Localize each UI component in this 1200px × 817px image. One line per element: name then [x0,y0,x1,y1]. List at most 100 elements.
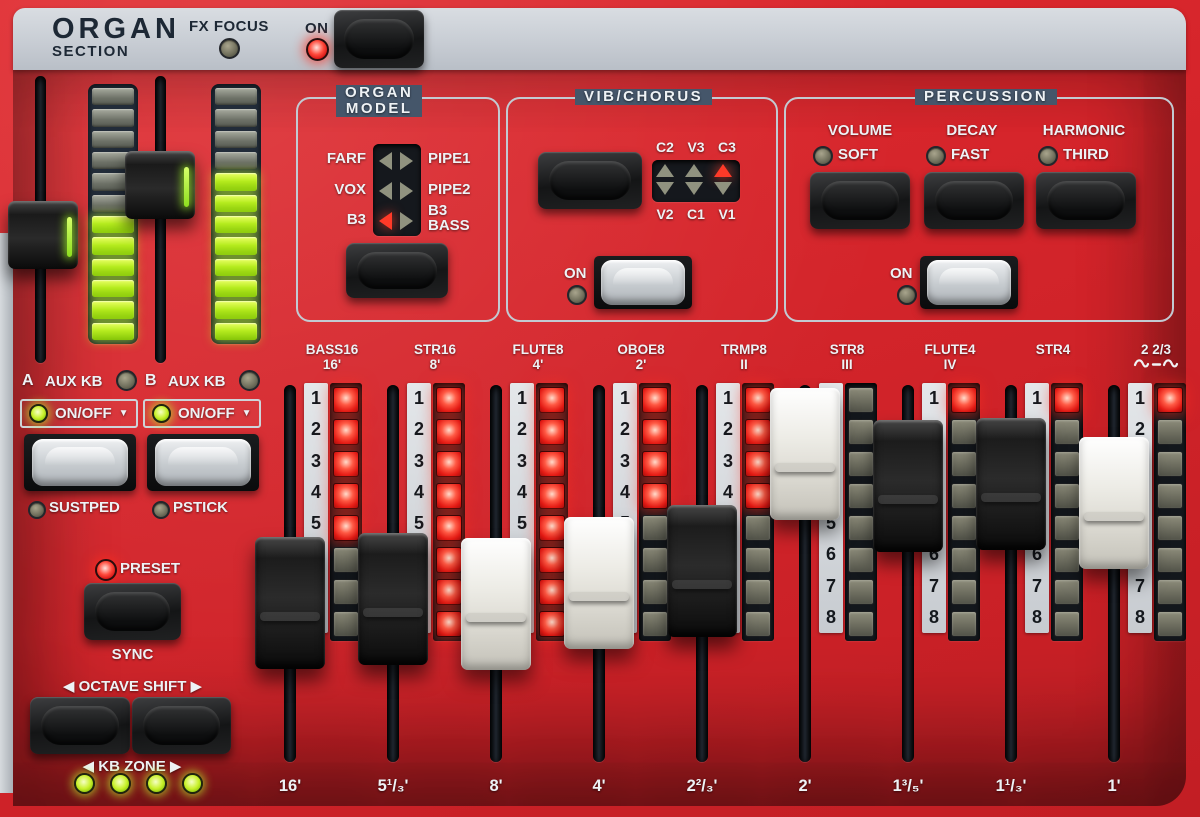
drawbar-led [436,483,462,509]
zone-b-label: B [145,372,157,390]
organ-model-option-farf: FARF [296,150,366,167]
pstick-led [152,501,170,519]
organ-on-label: ON [305,20,329,37]
vib-chorus-down-arrow-led [656,182,674,195]
drawbar-led [848,579,874,605]
organ-on-button[interactable] [334,10,424,68]
drawbar-led [951,483,977,509]
drawbar-fader[interactable] [358,533,428,665]
drawbar-led [1157,579,1183,605]
level-a-fader[interactable] [8,201,78,269]
sync-button[interactable] [84,583,181,640]
drawbar-led [848,483,874,509]
meter-segment [215,216,257,233]
meter-segment [215,173,257,190]
zone-a-label: A [22,372,34,390]
drawbar-led [539,611,565,637]
level-b-fader[interactable] [125,151,195,219]
drawbar-led [436,547,462,573]
drawbar-led [642,547,668,573]
organ-model-button[interactable] [346,243,448,298]
percussion-third-led [1038,146,1058,166]
zone-a-aux-led [116,370,137,391]
vib-chorus-on-label: ON [564,265,587,282]
drawbar-led [1054,387,1080,413]
level-b-fader-track[interactable] [155,76,166,363]
drawbar-led [1054,419,1080,445]
drawbar-fader[interactable] [873,420,943,552]
octave-shift-down-button[interactable] [30,697,130,754]
drawbar-led [951,515,977,541]
page-title: ORGAN [52,14,180,44]
organ-model-option-vox: VOX [296,181,366,198]
page-subtitle: SECTION [52,44,180,60]
meter-segment [215,237,257,254]
sync-label: SYNC [84,646,181,663]
drawbar-fader[interactable] [1079,437,1149,569]
percussion-harmonic-button[interactable] [1036,172,1136,229]
vib-chorus-select-button[interactable] [538,152,642,209]
zone-b-on-off-led [152,404,171,423]
drawbar-led [539,387,565,413]
drawbar-led [539,451,565,477]
sine-wave-symbol [1101,357,1200,372]
drawbar-fader[interactable] [564,517,634,649]
drawbar-led [1054,483,1080,509]
drawbar-bottom-label: 2²/₃' [652,777,752,796]
zone-a-on-off-label: ON/OFF [55,405,112,422]
percussion-fast-led [926,146,946,166]
drawbar-led [951,419,977,445]
percussion-volume-button[interactable] [810,172,910,229]
drawbar-fader[interactable] [976,418,1046,550]
drawbar-fader[interactable] [255,537,325,669]
drawbar-fader[interactable] [770,388,840,520]
kb-zone-led [146,773,167,794]
drawbar-led [745,419,771,445]
drawbar-led [745,451,771,477]
vib-chorus-on-button[interactable] [594,256,692,309]
organ-model-right-arrow-led [400,152,413,170]
drawbar-fader[interactable] [461,538,531,670]
drawbar-bottom-label: 16' [240,777,340,796]
organ-model-left-arrow-led [379,152,392,170]
section-header: ORGAN SECTION [52,14,180,60]
percussion-decay-button[interactable] [924,172,1024,229]
zone-b-button[interactable] [147,434,259,491]
drawbar-led [333,547,359,573]
drawbar-fader[interactable] [667,505,737,637]
zone-a-button[interactable] [24,434,136,491]
zone-a-aux-kb-label: AUX KB [45,373,103,390]
organ-model-option-b3: B3 [296,211,366,228]
drawbar-led [333,483,359,509]
drawbar-led [1054,547,1080,573]
percussion-on-button[interactable] [920,256,1018,309]
drawbar-led [436,515,462,541]
drawbar-bottom-label: 1¹/₃' [961,777,1061,796]
vib-chorus-option-label: C3 [712,139,742,155]
drawbar-led [848,419,874,445]
drawbar-led [848,611,874,637]
octave-shift-label: ◀ OCTAVE SHIFT ▶ [40,677,225,695]
kb-zone-led [74,773,95,794]
vib-chorus-on-led [567,285,587,305]
organ-model-option-b3-bass: B3 BASS [428,203,476,233]
kb-zone-led [110,773,131,794]
drawbar-led [1157,451,1183,477]
drawbar-led [333,515,359,541]
drawbar-led-meter [1154,383,1186,641]
drawbar-led [539,483,565,509]
drawbar-led [642,515,668,541]
percussion-on-led [897,285,917,305]
zone-b-on-off-indicator: ON/OFF ▼ [143,399,261,428]
organ-on-led [306,38,329,61]
drawbar-led [642,387,668,413]
meter-segment [92,301,134,318]
octave-shift-up-button[interactable] [132,697,231,754]
drawbar-led [333,611,359,637]
kb-zone-led [182,773,203,794]
zone-a-on-off-led [29,404,48,423]
drawbar-led [951,547,977,573]
fx-focus-label: FX FOCUS [189,18,269,35]
drawbar-led [745,387,771,413]
organ-model-title: ORGAN MODEL [336,85,422,117]
